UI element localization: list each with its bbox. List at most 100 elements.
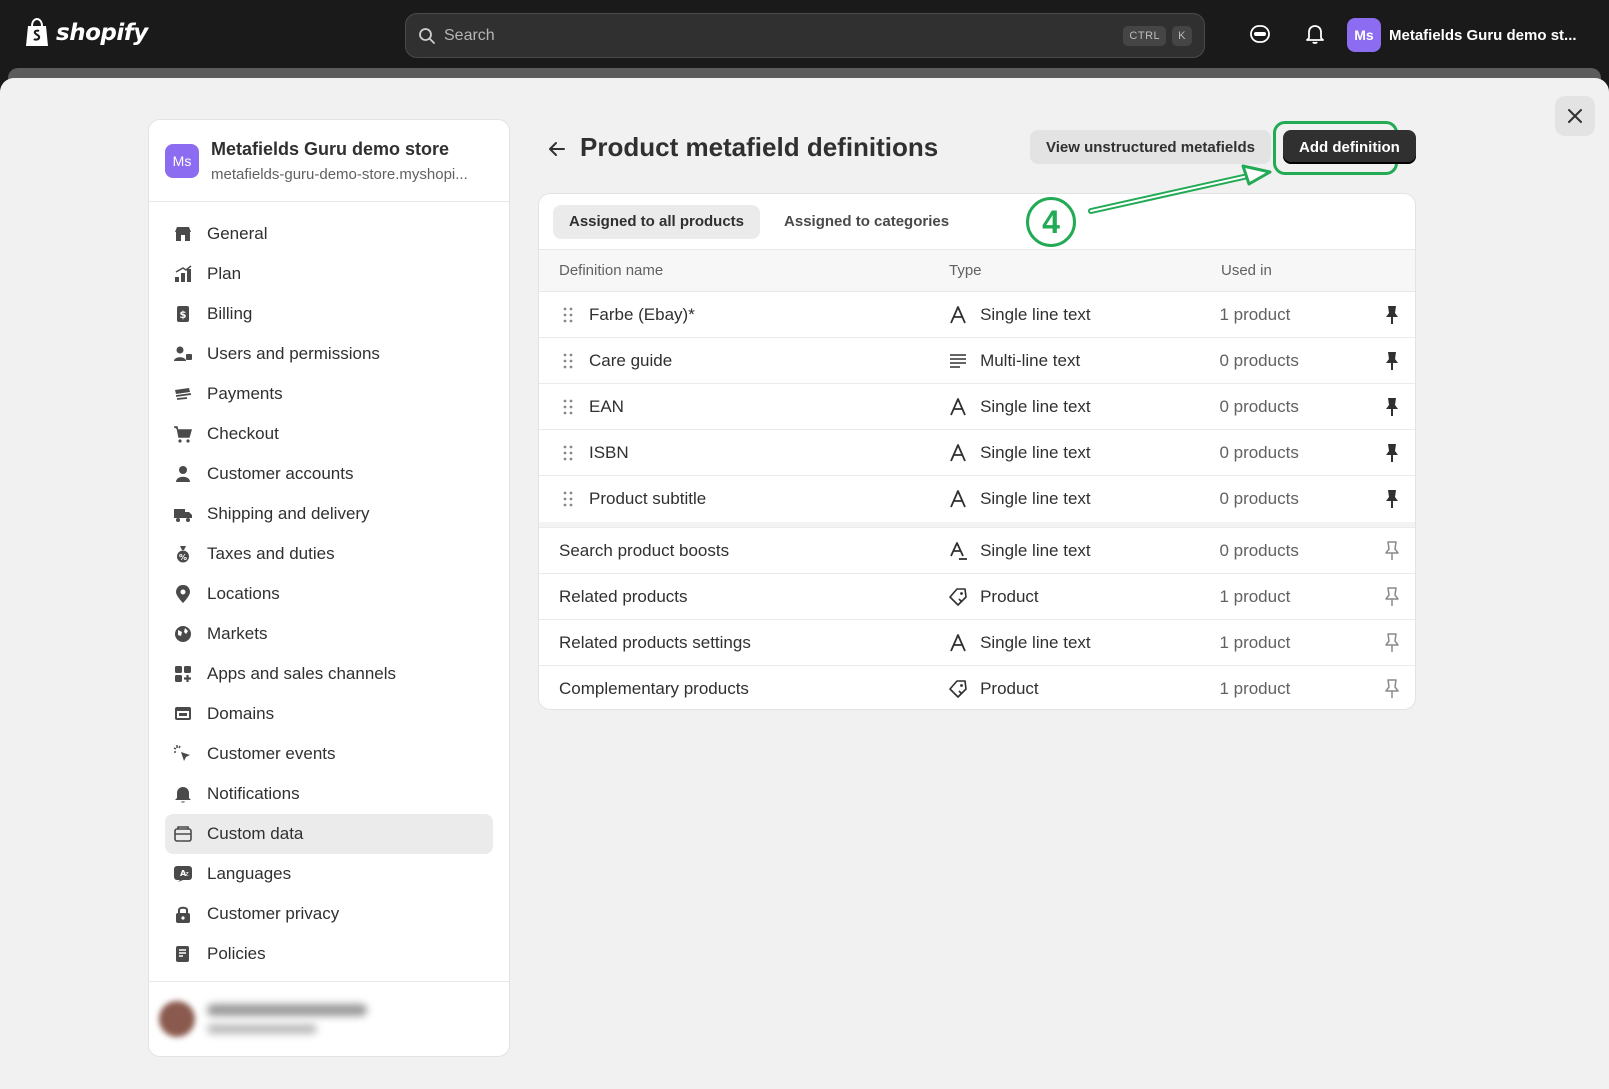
unpin-icon[interactable] (1369, 351, 1415, 371)
definition-type-cell: Multi-line text (948, 351, 1219, 371)
store-menu[interactable]: Ms Metafields Guru demo st... (1347, 18, 1577, 52)
taxes-icon: % (173, 544, 193, 564)
definition-type: Single line text (980, 396, 1091, 416)
definition-type-cell: Single line text (948, 443, 1219, 463)
column-type: Type (949, 262, 982, 279)
close-button[interactable] (1555, 96, 1595, 136)
definition-row[interactable]: Related products Product 1 product (539, 574, 1415, 620)
drag-handle-icon[interactable] (553, 307, 583, 323)
person-icon (173, 464, 193, 484)
sidebar-item-users-and-permissions[interactable]: Users and permissions (165, 334, 493, 374)
definition-name-cell: Related products (539, 587, 948, 607)
sidekick-icon[interactable] (1248, 22, 1272, 46)
pin-icon[interactable] (1369, 540, 1415, 561)
top-bar: shopify CTRL K Ms Metafields Guru demo s… (0, 0, 1609, 70)
pin-icon[interactable] (1369, 632, 1415, 653)
drag-handle-icon[interactable] (553, 353, 583, 369)
definition-name-cell: ISBN (539, 443, 948, 463)
user-profile[interactable] (149, 981, 509, 1056)
sidebar-item-customer-events[interactable]: Customer events (165, 734, 493, 774)
definition-row[interactable]: Related products settings Single line tex… (539, 620, 1415, 666)
sidebar-item-payments[interactable]: Payments (165, 374, 493, 414)
sidebar-item-customer-accounts[interactable]: Customer accounts (165, 454, 493, 494)
drag-handle-icon[interactable] (553, 399, 583, 415)
sidebar-item-apps-and-sales-channels[interactable]: Apps and sales channels (165, 654, 493, 694)
apps-icon (173, 664, 193, 684)
definition-row[interactable]: Farbe (Ebay)* Single line text 1 product (539, 292, 1415, 338)
definition-used-in: 0 products (1219, 442, 1299, 462)
back-arrow-icon[interactable] (546, 138, 568, 160)
view-unstructured-metafields-button[interactable]: View unstructured metafields (1030, 130, 1271, 164)
definition-name: Related products (559, 586, 688, 606)
unpin-icon[interactable] (1369, 443, 1415, 463)
unpin-icon[interactable] (1369, 305, 1415, 325)
sidebar-item-label: Customer privacy (207, 904, 340, 923)
definitions-card: Assigned to all products Assigned to cat… (538, 193, 1416, 710)
definition-row[interactable]: Care guide Multi-line text 0 products (539, 338, 1415, 384)
sidebar-item-locations[interactable]: Locations (165, 574, 493, 614)
payments-icon (173, 384, 193, 404)
text-icon (948, 397, 968, 417)
search-bar[interactable]: CTRL K (405, 13, 1205, 58)
definition-row[interactable]: Complementary products Product 1 product (539, 666, 1415, 709)
sidebar-item-custom-data[interactable]: Custom data (165, 814, 493, 854)
sidebar-item-notifications[interactable]: Notifications (165, 774, 493, 814)
bell-icon[interactable] (1303, 22, 1327, 46)
sidebar-item-languages[interactable]: Az Languages (165, 854, 493, 894)
definition-row[interactable]: Search product boosts Single line text 0 p… (539, 528, 1415, 574)
tab-assigned-to-categories[interactable]: Assigned to categories (768, 205, 965, 239)
user-name-blurred (207, 1004, 367, 1016)
step-number-badge: 4 (1026, 197, 1076, 247)
definition-used-in: 1 product (1219, 304, 1291, 324)
tab-assigned-to-all-products[interactable]: Assigned to all products (553, 204, 761, 239)
definition-type: Product (980, 586, 1039, 606)
globe-icon (173, 624, 193, 644)
definition-row[interactable]: Product subtitle Single line text 0 produc… (539, 476, 1415, 522)
sidebar-item-label: Customer events (207, 744, 336, 763)
sidebar-item-label: Shipping and delivery (207, 504, 370, 523)
definition-type: Single line text (980, 540, 1091, 560)
definition-used-in: 0 products (1219, 350, 1299, 370)
sidebar-item-label: Markets (207, 624, 268, 643)
store-icon (173, 224, 193, 244)
definition-name: EAN (589, 396, 624, 416)
sidebar-item-label: Locations (207, 584, 280, 603)
shopify-bag-icon (26, 18, 48, 46)
sidebar-item-label: Users and permissions (207, 344, 380, 363)
drag-handle-icon[interactable] (553, 491, 583, 507)
sidebar-item-markets[interactable]: Markets (165, 614, 493, 654)
unpin-icon[interactable] (1369, 397, 1415, 417)
unpinned-definitions: Search product boosts Single line text 0 p… (539, 528, 1415, 709)
settings-nav: General Plan $ Billing Users and permissions… (149, 202, 509, 974)
column-used-in: Used in (1221, 262, 1272, 279)
sidebar-item-shipping-and-delivery[interactable]: Shipping and delivery (165, 494, 493, 534)
svg-text:z: z (185, 870, 189, 878)
definition-type-cell: Single line text (948, 489, 1219, 509)
sidebar-item-checkout[interactable]: Checkout (165, 414, 493, 454)
definition-name: Product subtitle (589, 489, 707, 508)
sidebar-item-domains[interactable]: Domains (165, 694, 493, 734)
pin-icon[interactable] (1369, 679, 1415, 699)
definition-row[interactable]: ISBN Single line text 0 products (539, 430, 1415, 476)
store-header[interactable]: Ms Metafields Guru demo store metafields… (149, 120, 509, 202)
definition-row[interactable]: EAN Single line text 0 products (539, 384, 1415, 430)
definition-type-cell: Single line text (948, 633, 1219, 653)
definition-name: Farbe (Ebay)* (589, 304, 695, 324)
sidebar-item-billing[interactable]: $ Billing (165, 294, 493, 334)
sidebar-item-label: Billing (207, 304, 253, 323)
sidebar-item-customer-privacy[interactable]: Customer privacy (165, 894, 493, 934)
domains-icon (173, 704, 193, 724)
sidebar-item-policies[interactable]: Policies (165, 934, 493, 974)
policies-icon (173, 944, 193, 964)
shopify-logo[interactable]: shopify (24, 18, 148, 48)
definition-used-in: 1 product (1219, 632, 1291, 652)
search-input[interactable] (444, 26, 1118, 45)
text-icon (948, 443, 968, 463)
unpin-icon[interactable] (1369, 489, 1415, 509)
sidebar-item-general[interactable]: General (165, 214, 493, 254)
drag-handle-icon[interactable] (553, 445, 583, 461)
sidebar-item-plan[interactable]: Plan (165, 254, 493, 294)
pin-icon[interactable] (1369, 586, 1415, 607)
sidebar-item-taxes-and-duties[interactable]: % Taxes and duties (165, 534, 493, 574)
add-definition-button[interactable]: Add definition (1283, 130, 1416, 164)
